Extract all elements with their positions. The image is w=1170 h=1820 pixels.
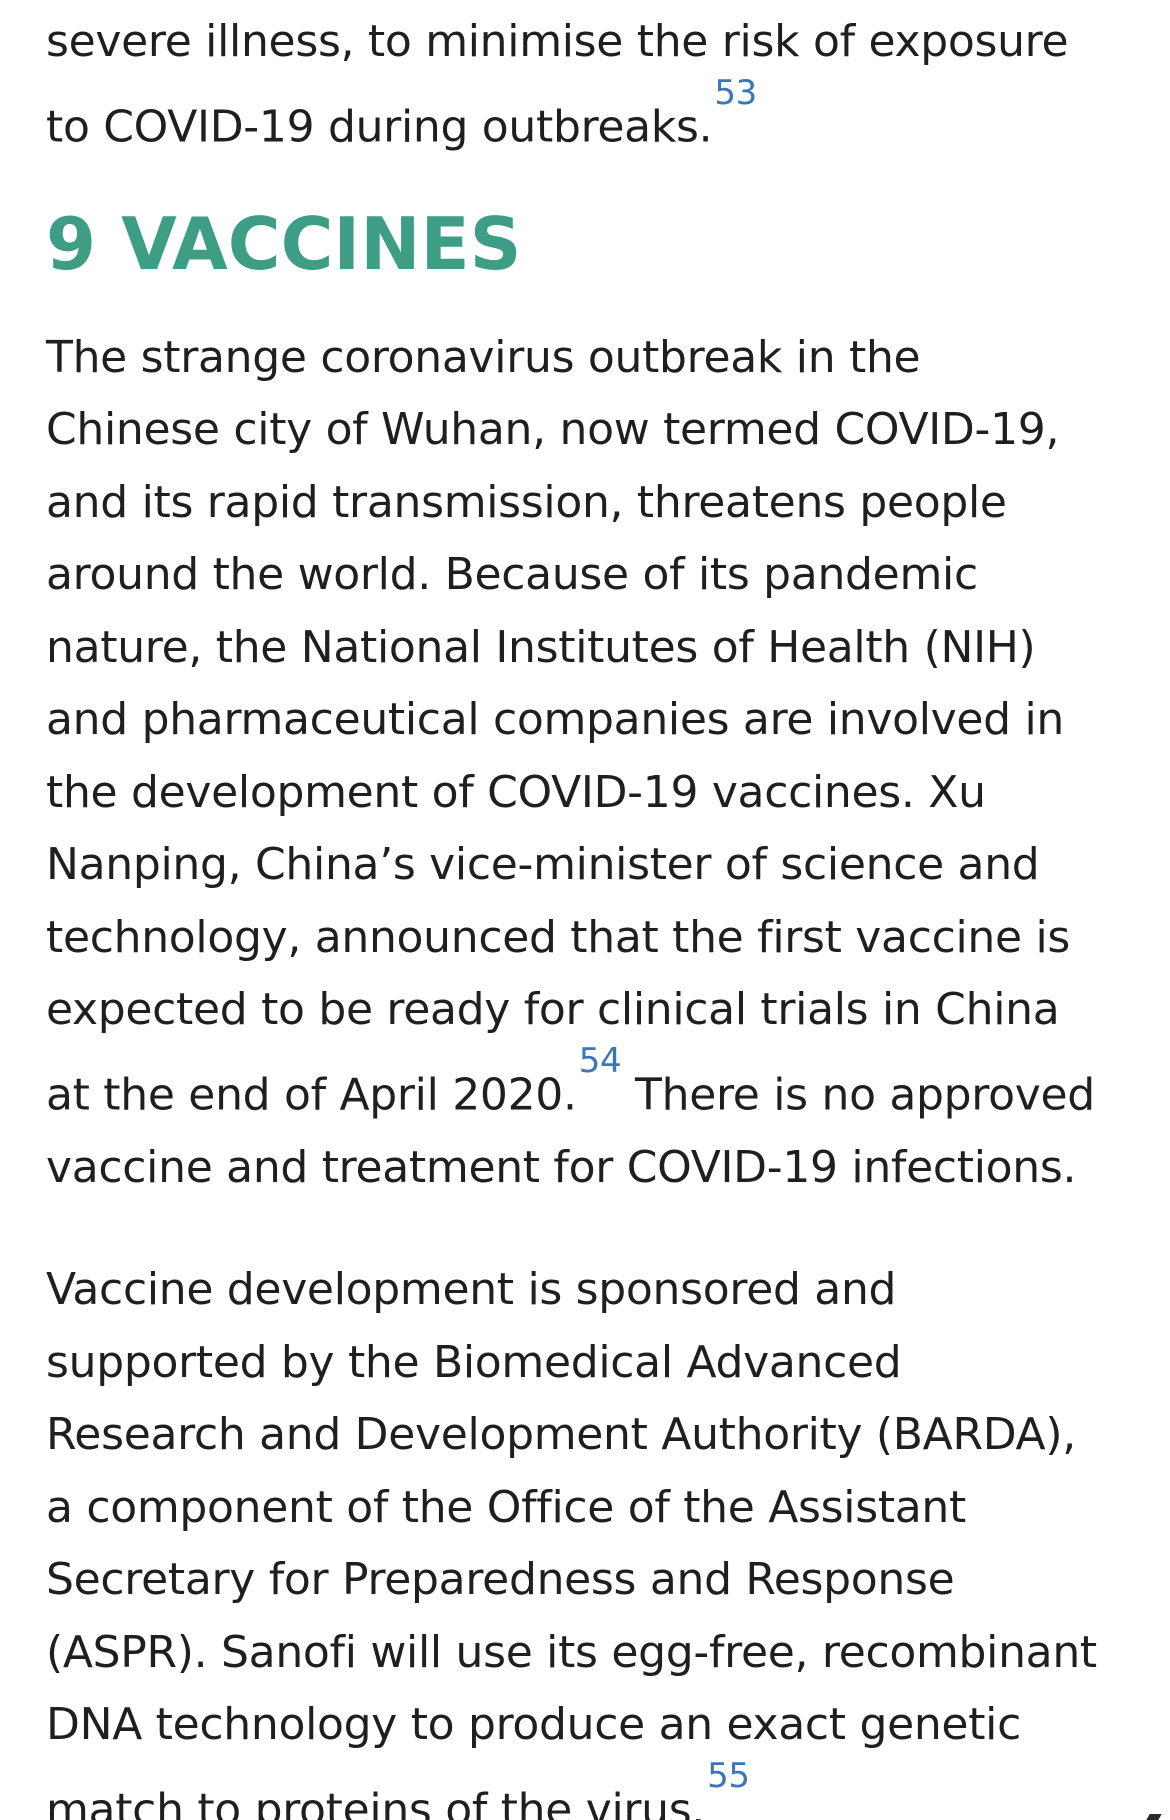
text-line: expected to be ready for clinical trials… <box>46 984 1060 1036</box>
text-line: nature, the National Institutes of Healt… <box>46 621 1036 673</box>
text-line: severe illness, to minimise the risk of … <box>46 16 1069 67</box>
text-line: a component of the Office of the Assista… <box>46 1481 966 1533</box>
scroll-edge-indicator <box>1146 1814 1162 1820</box>
text-line: at the end of April 2020.54 There is no … <box>46 1041 1136 1132</box>
text-line: DNA technology to produce an exact genet… <box>46 1699 1021 1751</box>
text-segment: to COVID-19 during outbreaks. <box>46 101 713 153</box>
reference-link-55[interactable]: 55 <box>707 1756 750 1796</box>
intro-paragraph: severe illness, to minimise the risk of … <box>46 6 1136 164</box>
text-line: technology, announced that the first vac… <box>46 911 1071 963</box>
reference-link-53[interactable]: 53 <box>714 73 757 113</box>
text-line: and pharmaceutical companies are involve… <box>46 694 1065 746</box>
article-body: severe illness, to minimise the risk of … <box>46 6 1136 1820</box>
text-line: around the world. Because of its pandemi… <box>46 549 978 601</box>
paragraph-vaccines-1: The strange coronavirus outbreak in the … <box>46 322 1136 1205</box>
text-line: to COVID-19 during outbreaks.53 <box>46 73 1136 164</box>
text-line: Chinese city of Wuhan, now termed COVID-… <box>46 404 1060 456</box>
text-segment: There is no approved <box>621 1069 1095 1121</box>
text-line: The strange coronavirus outbreak in the <box>46 331 921 383</box>
section-heading: 9 VACCINES <box>46 201 522 286</box>
reference-link-54[interactable]: 54 <box>579 1041 622 1081</box>
text-segment: at the end of April 2020. <box>46 1069 577 1121</box>
text-line: Nanping, China’s vice-minister of scienc… <box>46 839 1040 891</box>
text-line: match to proteins of the virus.55 <box>46 1756 1136 1820</box>
text-line: the development of COVID-19 vaccines. Xu <box>46 766 986 818</box>
text-line: (ASPR). Sanofi will use its egg-free, re… <box>46 1626 1097 1678</box>
paragraph-vaccines-2: Vaccine development is sponsored and sup… <box>46 1254 1136 1820</box>
text-line: supported by the Biomedical Advanced <box>46 1336 902 1388</box>
text-line: vaccine and treatment for COVID-19 infec… <box>46 1141 1077 1193</box>
text-line: and its rapid transmission, threatens pe… <box>46 476 1007 528</box>
text-segment: match to proteins of the virus. <box>46 1784 706 1820</box>
text-line: Vaccine development is sponsored and <box>46 1264 897 1316</box>
text-line: Research and Development Authority (BARD… <box>46 1409 1076 1461</box>
text-line: Secretary for Preparedness and Response <box>46 1554 955 1606</box>
